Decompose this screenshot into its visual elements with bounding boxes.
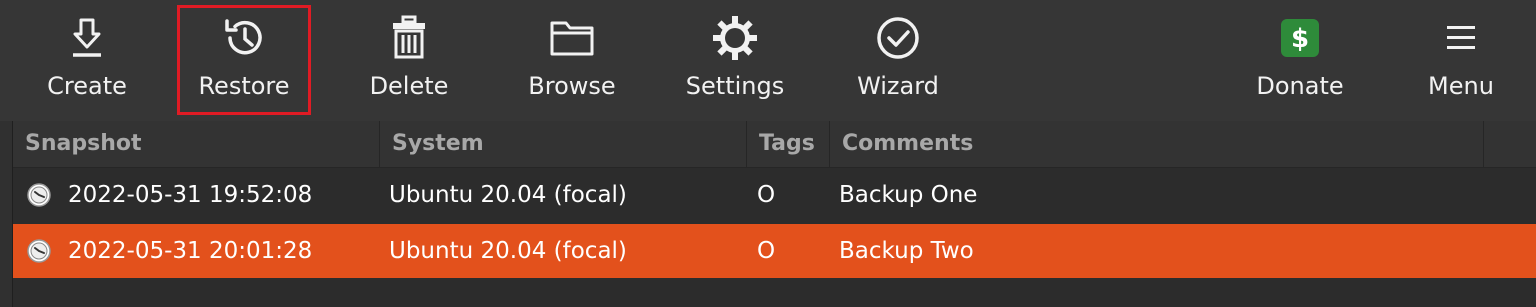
settings-label: Settings [685,72,785,100]
snapshot-cell: 2022-05-31 20:01:28 [68,238,313,264]
check-circle-icon [874,14,922,62]
browse-label: Browse [528,72,616,100]
menu-label: Menu [1428,72,1494,100]
donate-button[interactable]: $ Donate [1235,8,1365,112]
restore-label: Restore [198,72,290,100]
delete-button[interactable]: Delete [344,8,474,112]
snapshot-cell: 2022-05-31 19:52:08 [68,182,313,208]
restore-button[interactable]: Restore [177,5,311,115]
trash-icon [385,14,433,62]
history-clock-icon [220,14,268,62]
column-header-comments[interactable]: Comments [830,121,1484,167]
column-header-tags[interactable]: Tags [747,121,830,167]
wizard-button[interactable]: Wizard [833,8,963,112]
delete-label: Delete [369,72,449,100]
folder-icon [548,14,596,62]
timeshift-window: Create Restore Delete Browse Settings Wi… [0,0,1536,307]
browse-button[interactable]: Browse [507,8,637,112]
menu-button[interactable]: Menu [1396,8,1526,112]
snapshot-table: Snapshot System Tags Comments 2022-05-31… [12,121,1536,307]
settings-button[interactable]: Settings [670,8,800,112]
donate-label: Donate [1256,72,1344,100]
tags-cell: O [757,182,776,208]
table-row[interactable]: 2022-05-31 19:52:08 Ubuntu 20.04 (focal)… [13,168,1536,222]
comments-cell: Backup Two [839,238,974,264]
clock-icon [27,183,51,207]
table-row-selected[interactable]: 2022-05-31 20:01:28 Ubuntu 20.04 (focal)… [13,224,1536,278]
gear-icon [711,14,759,62]
svg-text:$: $ [1291,24,1309,54]
column-header-snapshot[interactable]: Snapshot [13,121,380,167]
system-cell: Ubuntu 20.04 (focal) [389,238,627,264]
download-arrow-icon [63,14,111,62]
hamburger-menu-icon [1437,14,1485,62]
comments-cell: Backup One [839,182,978,208]
system-cell: Ubuntu 20.04 (focal) [389,182,627,208]
tags-cell: O [757,238,776,264]
wizard-label: Wizard [857,72,939,100]
dollar-icon: $ [1276,14,1324,62]
toolbar: Create Restore Delete Browse Settings Wi… [0,0,1536,121]
table-header: Snapshot System Tags Comments [13,121,1536,168]
create-button[interactable]: Create [22,8,152,112]
clock-icon [27,239,51,263]
column-header-system[interactable]: System [380,121,747,167]
create-label: Create [47,72,127,100]
column-header-spacer [1484,121,1536,167]
